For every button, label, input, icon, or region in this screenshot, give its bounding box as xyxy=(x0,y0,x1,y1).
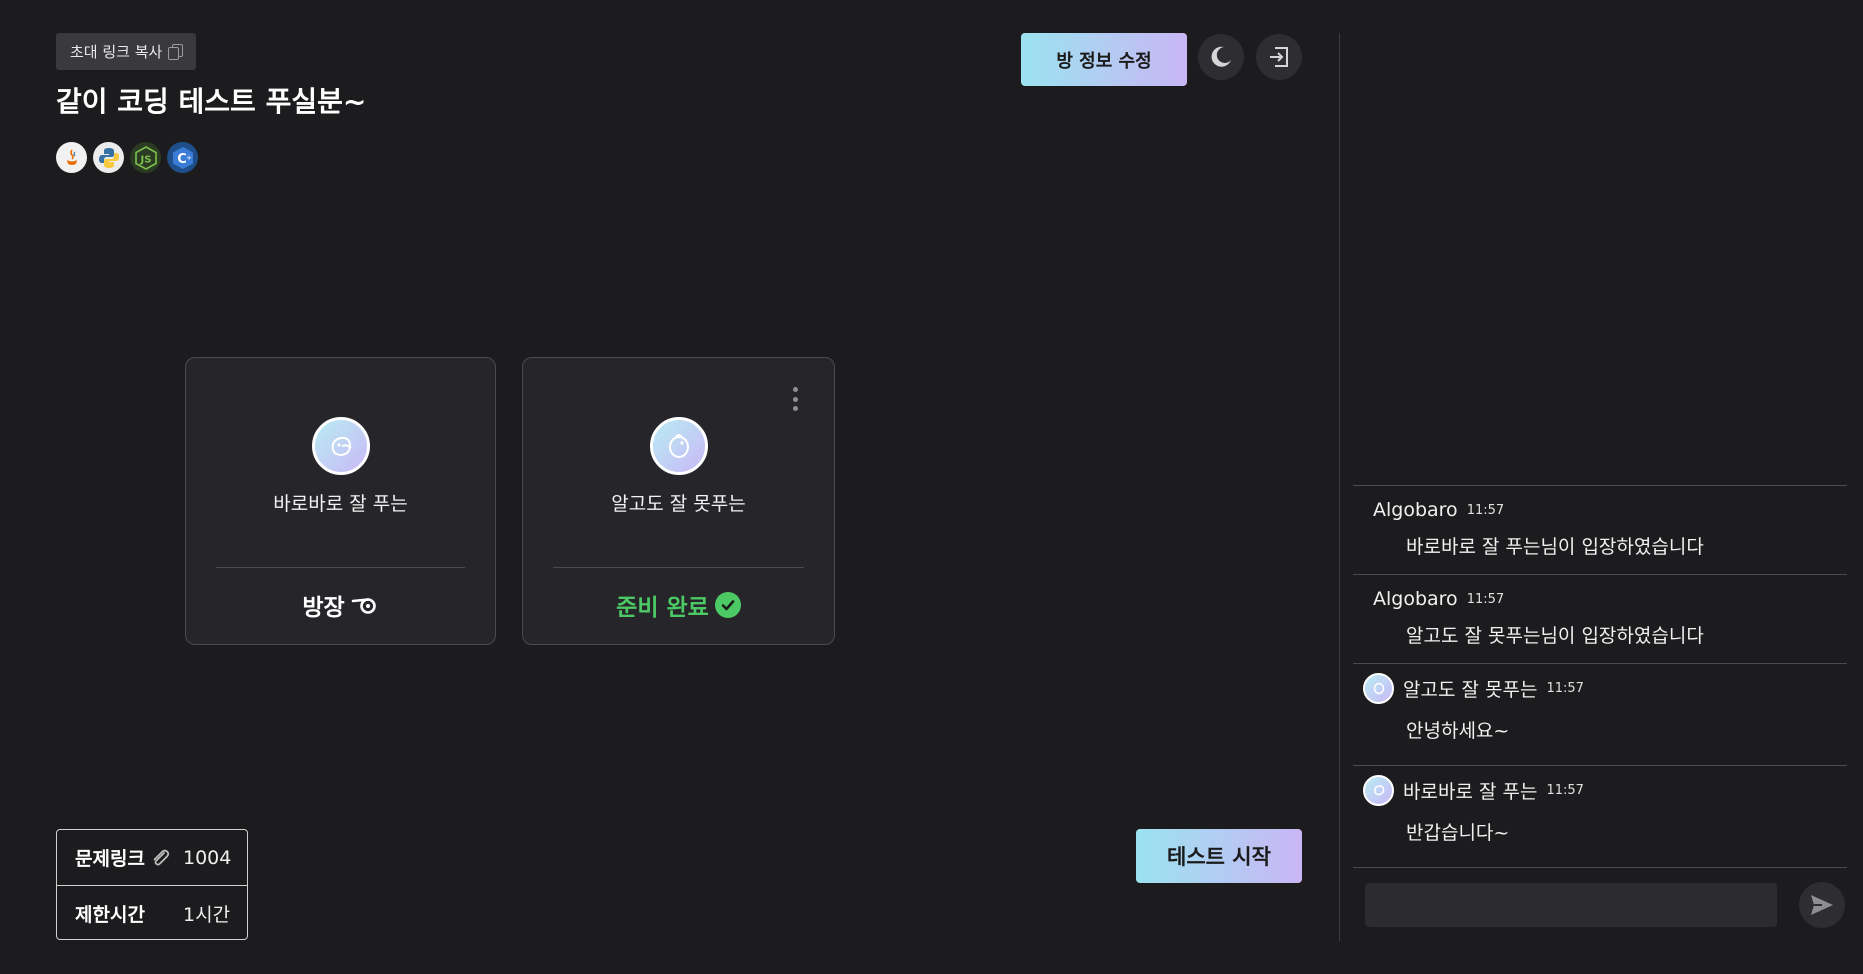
dark-mode-toggle[interactable] xyxy=(1198,34,1244,80)
whistle-icon xyxy=(351,598,376,614)
chat-input[interactable] xyxy=(1365,883,1777,927)
player-avatar xyxy=(649,417,708,475)
chat-message: Algobaro 11:57 바로바로 잘 푸는님이 입장하였습니다 xyxy=(1353,486,1847,575)
nodejs-icon: JS xyxy=(130,142,161,173)
send-icon xyxy=(1811,895,1833,915)
user-avatar xyxy=(1363,672,1394,704)
svg-text:JS: JS xyxy=(139,154,151,165)
chat-message: 알고도 잘 못푸는 11:57 안녕하세요~ xyxy=(1353,664,1847,766)
main-panel: 초대 링크 복사 같이 코딩 테스트 푸실분~ JS C + 방 정보 수정 바… xyxy=(0,0,1340,974)
exit-icon xyxy=(1270,47,1288,67)
room-info-table: 문제링크 1004 제한시간 1시간 xyxy=(56,829,248,940)
chat-message: 바로바로 잘 푸는 11:57 반갑습니다~ xyxy=(1353,766,1847,868)
cpp-icon: C + xyxy=(167,142,198,173)
problem-number: 1004 xyxy=(183,846,232,869)
more-options-icon[interactable] xyxy=(792,387,798,411)
chat-panel: Algobaro 11:57 바로바로 잘 푸는님이 입장하였습니다 Algob… xyxy=(1353,0,1847,974)
send-button[interactable] xyxy=(1799,882,1845,928)
player-avatar xyxy=(311,417,370,475)
message-sender: Algobaro xyxy=(1373,588,1458,610)
invite-label: 초대 링크 복사 xyxy=(70,43,163,61)
check-circle-icon xyxy=(714,592,741,618)
problem-link-label: 문제링크 xyxy=(75,844,183,871)
paperclip-icon xyxy=(153,849,170,866)
invite-link-copy-button[interactable]: 초대 링크 복사 xyxy=(56,33,197,70)
message-time: 11:57 xyxy=(1466,502,1505,518)
message-sender: 알고도 잘 못푸는 xyxy=(1403,678,1538,701)
time-limit-label: 제한시간 xyxy=(75,903,145,926)
player-card: 바로바로 잘 푸는 방장 xyxy=(185,357,496,645)
message-text: 안녕하세요~ xyxy=(1406,720,1510,742)
chat-message: Algobaro 11:57 알고도 잘 못푸는님이 입장하였습니다 xyxy=(1353,575,1847,664)
message-time: 11:57 xyxy=(1466,591,1505,607)
python-icon xyxy=(93,142,124,173)
start-test-button[interactable]: 테스트 시작 xyxy=(1136,829,1302,883)
message-time: 11:57 xyxy=(1546,782,1584,798)
moon-icon xyxy=(1211,46,1231,67)
player-name: 바로바로 잘 푸는 xyxy=(273,493,408,515)
room-title: 같이 코딩 테스트 푸실분~ xyxy=(56,85,367,118)
status-label: 방장 xyxy=(302,595,345,621)
message-sender: 바로바로 잘 푸는 xyxy=(1403,780,1538,803)
time-limit-value: 1시간 xyxy=(183,903,231,926)
card-divider xyxy=(553,567,804,568)
player-name: 알고도 잘 못푸는 xyxy=(611,493,746,515)
edit-room-info-button[interactable]: 방 정보 수정 xyxy=(1021,33,1187,86)
message-text: 바로바로 잘 푸는님이 입장하였습니다 xyxy=(1406,536,1704,558)
panel-divider xyxy=(1339,33,1340,941)
java-icon xyxy=(56,142,87,173)
message-sender: Algobaro xyxy=(1373,499,1458,521)
host-status: 방장 xyxy=(186,588,495,622)
time-limit-row: 제한시간 1시간 xyxy=(57,885,247,940)
svg-text:+: + xyxy=(186,154,192,162)
user-avatar xyxy=(1363,774,1394,806)
chat-message-list: Algobaro 11:57 바로바로 잘 푸는님이 입장하였습니다 Algob… xyxy=(1353,485,1847,868)
message-text: 알고도 잘 못푸는님이 입장하였습니다 xyxy=(1406,625,1704,647)
status-label: 준비 완료 xyxy=(616,595,709,621)
copy-icon xyxy=(168,44,184,60)
exit-room-button[interactable] xyxy=(1256,34,1302,80)
message-text: 반갑습니다~ xyxy=(1406,822,1510,844)
message-time: 11:57 xyxy=(1546,680,1584,696)
ready-status: 준비 완료 xyxy=(523,588,834,622)
card-divider xyxy=(216,567,465,568)
player-card: 알고도 잘 못푸는 준비 완료 xyxy=(522,357,835,645)
language-list: JS C + xyxy=(56,142,198,173)
problem-link-row[interactable]: 문제링크 1004 xyxy=(57,830,247,885)
